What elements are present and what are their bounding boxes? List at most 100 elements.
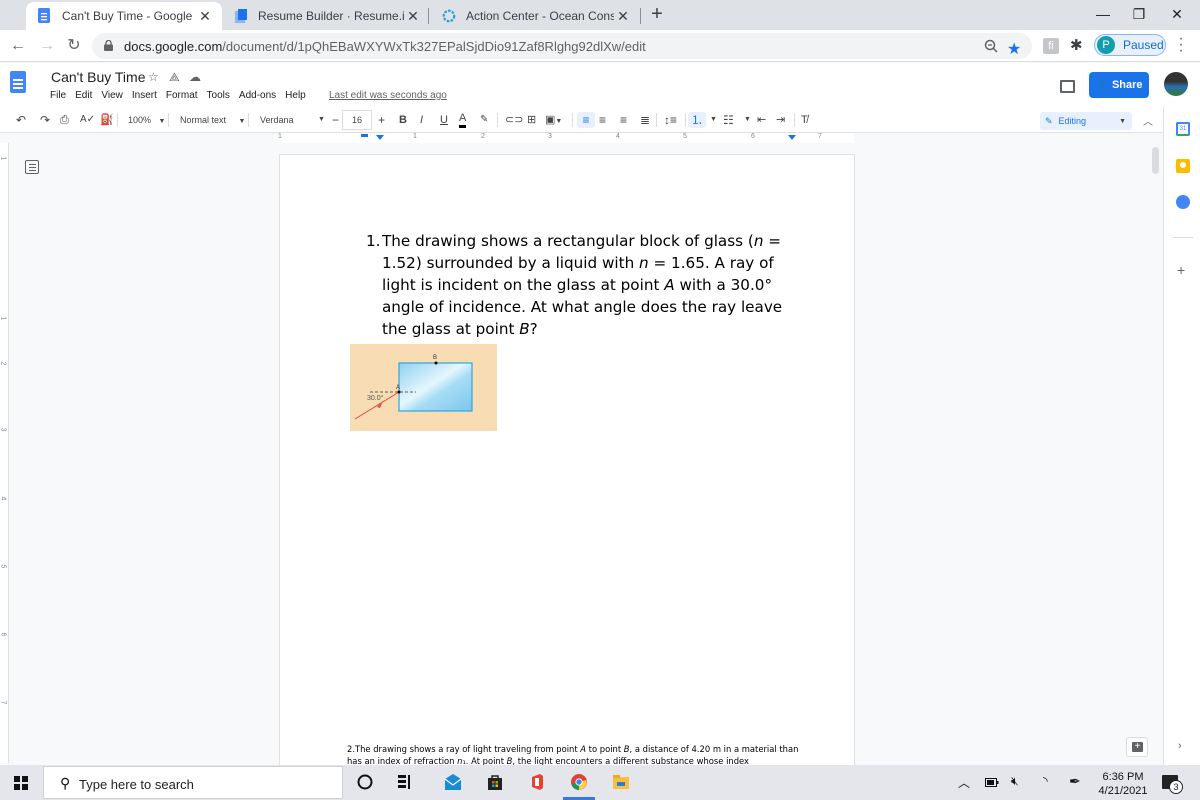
user-avatar[interactable]: [1164, 72, 1188, 96]
forward-button[interactable]: →: [36, 35, 58, 57]
increase-font-size-button[interactable]: +: [378, 112, 385, 128]
document-outline-icon[interactable]: [25, 160, 39, 174]
microsoft-store-icon[interactable]: [486, 773, 504, 791]
align-left-icon[interactable]: ≡: [577, 112, 595, 128]
tab-resume-io[interactable]: Resume Builder · Resume.io ✕: [222, 2, 430, 30]
vertical-ruler: 112345678: [0, 143, 9, 772]
add-comment-icon[interactable]: ⊞: [527, 112, 536, 128]
menu-help[interactable]: Help: [285, 90, 306, 101]
insert-image-icon[interactable]: ▣▼: [545, 112, 562, 128]
menu-add-ons[interactable]: Add-ons: [239, 90, 276, 101]
close-tab-icon[interactable]: ✕: [404, 8, 422, 25]
office-icon[interactable]: [528, 773, 546, 791]
windows-start-icon[interactable]: [14, 776, 28, 790]
menu-edit[interactable]: Edit: [75, 90, 92, 101]
wifi-icon[interactable]: ◝: [1043, 774, 1048, 788]
tasks-icon[interactable]: [1176, 195, 1190, 209]
close-tab-icon[interactable]: ✕: [196, 8, 214, 25]
insert-link-icon[interactable]: ⊂⊃: [505, 112, 523, 128]
cloud-saved-icon[interactable]: ☁: [189, 70, 201, 84]
system-clock[interactable]: 6:36 PM 4/21/2021: [1098, 770, 1148, 798]
chrome-icon[interactable]: [570, 773, 588, 791]
chevron-down-icon[interactable]: ▼: [318, 112, 325, 128]
right-indent-marker[interactable]: [788, 135, 796, 140]
font-size-input[interactable]: 16: [342, 110, 372, 130]
taskbar-search-box[interactable]: ⚲ Type here to search: [43, 766, 343, 799]
mail-icon[interactable]: [444, 773, 462, 791]
close-tab-icon[interactable]: ✕: [614, 8, 632, 25]
italic-button[interactable]: I: [420, 112, 423, 128]
align-right-icon[interactable]: ≡: [620, 112, 627, 128]
vertical-scrollbar[interactable]: [1152, 147, 1159, 174]
bulleted-list-icon[interactable]: ☷: [723, 112, 734, 128]
file-explorer-icon[interactable]: [612, 773, 630, 791]
pen-workspace-icon[interactable]: ✒: [1069, 773, 1081, 790]
comment-history-icon[interactable]: [1060, 80, 1075, 93]
browser-menu-icon[interactable]: · · ·: [1178, 31, 1184, 59]
task-view-icon[interactable]: [396, 773, 414, 791]
move-to-folder-icon[interactable]: ⟁: [169, 70, 180, 85]
cortana-icon[interactable]: [356, 773, 374, 791]
redo-icon[interactable]: ↷: [40, 112, 50, 128]
add-comment-button[interactable]: +: [1126, 737, 1148, 757]
new-tab-button[interactable]: +: [646, 4, 668, 26]
reload-button[interactable]: ↻: [63, 35, 85, 57]
menu-tools[interactable]: Tools: [207, 90, 230, 101]
numbered-list-icon[interactable]: ⒈: [688, 112, 706, 128]
hide-menus-button[interactable]: ︿: [1143, 113, 1153, 128]
tab-ocean-conservancy[interactable]: Action Center - Ocean Conservan ✕: [430, 2, 640, 30]
justify-icon[interactable]: ≣: [640, 112, 650, 128]
star-icon[interactable]: ☆: [148, 70, 159, 84]
zoom-select[interactable]: 100% ▼: [128, 112, 165, 128]
address-bar[interactable]: docs.google.com/document/d/1pQhEBaWXYWxT…: [92, 33, 1032, 59]
tab-google-docs[interactable]: Can't Buy Time - Google Docs ✕: [26, 2, 222, 30]
menu-format[interactable]: Format: [166, 90, 198, 101]
undo-icon[interactable]: ↶: [16, 112, 26, 128]
bold-button[interactable]: B: [399, 112, 407, 128]
chevron-right-icon[interactable]: ›: [1178, 740, 1182, 752]
close-window-button[interactable]: ✕: [1154, 0, 1200, 30]
volume-muted-icon[interactable]: 🔇︎: [1011, 774, 1019, 789]
ocean-conservancy-icon: [442, 9, 456, 23]
highlight-color-icon[interactable]: ✎: [480, 112, 488, 128]
text-color-button[interactable]: A: [459, 112, 467, 128]
editing-mode-select[interactable]: ✎ Editing ▼: [1040, 112, 1132, 130]
profile-button[interactable]: P Paused: [1094, 34, 1166, 56]
first-line-indent-handle[interactable]: [361, 134, 368, 137]
battery-icon[interactable]: [985, 778, 999, 787]
print-icon[interactable]: ⎙: [60, 112, 69, 128]
last-edit-link[interactable]: Last edit was seconds ago: [329, 90, 447, 101]
calendar-icon[interactable]: 31: [1176, 122, 1190, 136]
increase-indent-icon[interactable]: ⇥: [776, 112, 785, 128]
chevron-down-icon[interactable]: ▼: [710, 112, 717, 128]
menu-insert[interactable]: Insert: [132, 90, 157, 101]
glass-block-figure[interactable]: A B 30.0°: [350, 344, 497, 431]
decrease-font-size-button[interactable]: −: [332, 112, 339, 128]
underline-button[interactable]: U: [440, 112, 448, 128]
extension-icon[interactable]: fi: [1043, 38, 1059, 54]
menu-file[interactable]: File: [50, 90, 66, 101]
align-center-icon[interactable]: ≡: [599, 112, 606, 128]
left-indent-marker[interactable]: [376, 135, 384, 140]
share-button[interactable]: 👤 Share: [1089, 72, 1149, 98]
get-add-ons-icon[interactable]: +: [1177, 262, 1185, 278]
zoom-out-icon[interactable]: [984, 39, 998, 53]
chevron-down-icon[interactable]: ▼: [744, 112, 751, 128]
glass-block: [398, 362, 473, 412]
back-button[interactable]: ←: [7, 35, 29, 57]
clear-formatting-icon[interactable]: T̸: [801, 112, 808, 128]
bookmark-star-icon[interactable]: ★: [1007, 39, 1021, 59]
show-hidden-icons-chevron[interactable]: ︿: [958, 774, 970, 791]
document-title[interactable]: Can't Buy Time: [51, 69, 146, 85]
paragraph-style-select[interactable]: Normal text ▼: [180, 112, 245, 128]
docs-home-logo[interactable]: [10, 71, 26, 93]
menu-view[interactable]: View: [101, 90, 123, 101]
keep-icon[interactable]: [1176, 159, 1190, 173]
spellcheck-icon[interactable]: A✓: [80, 112, 95, 128]
extensions-puzzle-icon[interactable]: ✱: [1070, 36, 1083, 54]
paint-format-icon[interactable]: ⛽: [100, 112, 114, 128]
font-select[interactable]: Verdana: [260, 112, 294, 128]
action-center-icon[interactable]: 3: [1162, 775, 1183, 794]
decrease-indent-icon[interactable]: ⇤: [757, 112, 766, 128]
line-spacing-icon[interactable]: ↕≡: [664, 112, 677, 128]
